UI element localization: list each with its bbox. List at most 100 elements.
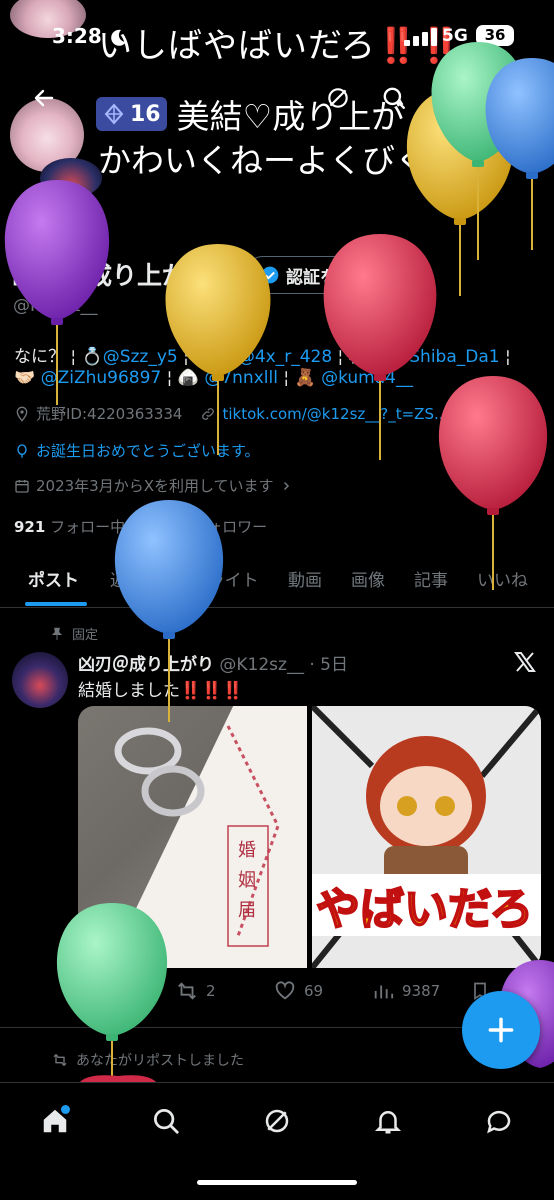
- profile-handle: @K12sz__: [13, 296, 98, 316]
- bio-mention[interactable]: @7nnxlll: [204, 368, 278, 388]
- reply-count: 25: [108, 982, 128, 1000]
- reply-icon: [80, 983, 98, 1001]
- diamond-icon: [104, 103, 124, 125]
- battery-indicator: 36: [476, 25, 514, 46]
- green-balloon-top: [431, 42, 525, 260]
- bio-text: 🤝🏻: [14, 368, 41, 388]
- tab-posts[interactable]: ポスト: [28, 566, 79, 591]
- repost-notice-text: あなたがリポストしました: [76, 1053, 244, 1069]
- profile-display-name: 凶刃＠成り上がり: [12, 261, 213, 290]
- bio-text: ¦ 🧸: [277, 368, 322, 388]
- pin-icon: [51, 627, 63, 640]
- grok-button[interactable]: [316, 76, 360, 120]
- link-icon: [202, 407, 215, 420]
- nav-notifications[interactable]: [364, 1097, 412, 1145]
- repost-count: 2: [206, 982, 216, 1000]
- back-button[interactable]: [22, 76, 66, 120]
- location-icon: [16, 406, 28, 422]
- rings-on-document-image: 婚 姻 届: [114, 706, 307, 968]
- post-time: · 5日: [309, 655, 348, 675]
- bio-mention[interactable]: @kuma4__: [321, 368, 413, 388]
- tab-articles[interactable]: 記事: [414, 566, 448, 591]
- following-count: 921: [14, 518, 46, 536]
- joined-row[interactable]: 2023年3月からXを利用しています: [14, 475, 292, 496]
- compose-post-button[interactable]: [462, 991, 540, 1069]
- svg-text:婚: 婚: [238, 840, 256, 861]
- back-arrow-icon: [34, 89, 54, 107]
- message-icon: [487, 1110, 511, 1134]
- anime-caption: やばいだろ: [316, 884, 533, 935]
- post-author-handle: @K12sz__: [219, 655, 304, 675]
- post-author-name[interactable]: 凶刃＠成り上がり: [78, 655, 214, 675]
- verified-badge-icon: [261, 266, 279, 284]
- post-image-anime[interactable]: やばいだろ: [312, 706, 541, 968]
- network-type: 5G: [442, 26, 468, 46]
- nav-grok[interactable]: [253, 1097, 301, 1145]
- signal-icon: [404, 28, 437, 46]
- followers-label: フォロワー: [192, 518, 268, 536]
- plus-icon: [488, 1017, 514, 1043]
- nav-home[interactable]: [31, 1097, 79, 1145]
- tab-replies[interactable]: 返信: [110, 566, 144, 591]
- anime-character-image: やばいだろ: [312, 706, 541, 968]
- profile-meta-row: 荒野ID:4220363334 tiktok.com/@k12sz__?_t=Z…: [14, 403, 448, 424]
- tab-highlights[interactable]: ハイライト: [174, 566, 259, 591]
- red-balloon-right: [438, 376, 548, 590]
- profile-website-link[interactable]: tiktok.com/@k12sz__?_t=ZS...: [222, 405, 448, 423]
- nav-messages[interactable]: [475, 1097, 523, 1145]
- following-link[interactable]: 921 フォロー中: [14, 518, 125, 536]
- heart-icon: [275, 981, 295, 1000]
- balloon-icon: [17, 443, 27, 458]
- status-time: 3:28: [52, 24, 102, 48]
- tab-videos[interactable]: 動画: [288, 566, 322, 591]
- svg-text:姻: 姻: [238, 870, 256, 891]
- bio-text: ¦ 相🐥: [177, 347, 238, 367]
- profile-tabs: ポスト 返信 ハイライト 動画 画像 記事 いいね: [0, 560, 554, 606]
- repost-icon: [53, 1053, 67, 1067]
- notification-dot: [61, 1105, 70, 1114]
- bio-mention[interactable]: @ZiZhu96897: [41, 368, 162, 388]
- post-author-avatar[interactable]: [12, 652, 68, 708]
- views-button[interactable]: 9387: [372, 980, 440, 1002]
- like-button[interactable]: 69: [274, 980, 323, 1002]
- grok-icon: [265, 1109, 289, 1133]
- svg-text:届: 届: [238, 900, 256, 921]
- subscription-badge-count: 16: [130, 101, 161, 127]
- pinned-indicator: 固定: [50, 624, 98, 643]
- x-logo-icon[interactable]: [512, 650, 538, 678]
- post-media[interactable]: 婚 姻 届 やばいだろ: [78, 706, 541, 968]
- profile-avatar-partial: [40, 158, 102, 198]
- tab-likes[interactable]: いいね: [477, 566, 528, 591]
- reply-button[interactable]: 25: [78, 980, 127, 1002]
- follow-stats: 921 フォロー中 1,291 フォロワー: [14, 516, 267, 537]
- post-image-rings[interactable]: 婚 姻 届: [78, 706, 307, 968]
- followers-count: 1,291: [139, 518, 188, 536]
- views-icon: [374, 985, 394, 999]
- tab-photos[interactable]: 画像: [351, 566, 385, 591]
- bio-mention[interactable]: @4x_r_428: [238, 347, 332, 367]
- bio-mention[interactable]: @Szz_y5: [103, 347, 178, 367]
- nav-search[interactable]: [142, 1097, 190, 1145]
- repost-button[interactable]: 2: [176, 980, 216, 1002]
- repost-notice: あなたがリポストしました: [52, 1050, 244, 1070]
- header-bio-line: かわいくねーよくびく: [98, 141, 428, 180]
- like-count: 69: [304, 982, 324, 1000]
- birthday-message: お誕生日おめでとうございます。: [36, 442, 260, 460]
- grok-icon: [328, 88, 348, 108]
- get-verified-label: 認証を受ける: [286, 267, 388, 288]
- search-button[interactable]: [372, 76, 416, 120]
- header-name: 美結♡成り上が: [176, 97, 405, 136]
- bio-text: ¦ 相🐈‍⬛: [332, 347, 393, 367]
- profile-location: 荒野ID:4220363334: [36, 405, 183, 423]
- search-icon: [154, 1109, 179, 1134]
- moon-icon: [111, 29, 126, 46]
- pinned-label: 固定: [72, 628, 99, 643]
- bell-icon: [374, 1111, 402, 1134]
- bio-text: ¦ 🍙: [161, 368, 205, 388]
- followers-link[interactable]: 1,291 フォロワー: [140, 518, 267, 536]
- profile-bio-line-1: なに？ ¦ 💍@Szz_y5 ¦ 相🐥 @4x_r_428 ¦ 相🐈‍⬛ @Sh…: [14, 342, 511, 367]
- search-icon: [383, 87, 405, 109]
- get-verified-button[interactable]: 認証を受ける: [245, 256, 403, 294]
- repost-icon: [178, 982, 196, 1000]
- bio-mention[interactable]: @Shiba_Da1: [392, 347, 499, 367]
